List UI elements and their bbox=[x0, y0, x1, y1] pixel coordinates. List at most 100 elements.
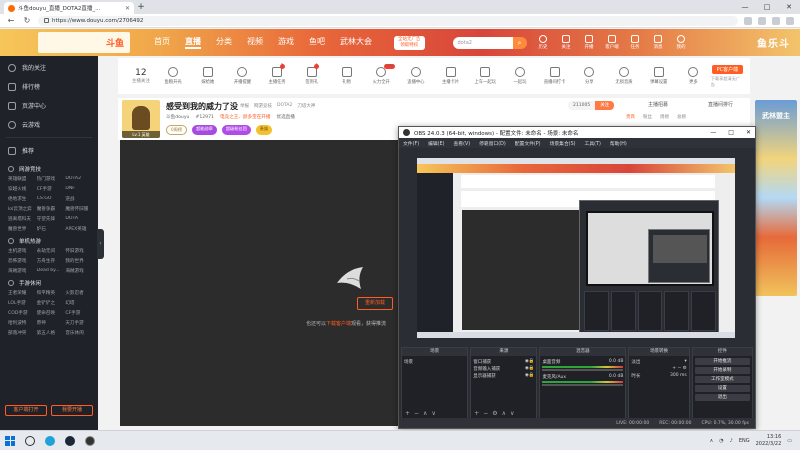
nav-video[interactable]: 视频 bbox=[247, 36, 263, 49]
tab-fans[interactable]: 粉丝 bbox=[643, 114, 652, 120]
start-streaming-button[interactable]: 开始推流 bbox=[694, 358, 751, 365]
toolbar-item[interactable]: 追播中心 bbox=[399, 67, 434, 85]
sidebar-game-link[interactable]: 和平精英 bbox=[37, 290, 66, 296]
toolbar-item[interactable]: 更多 bbox=[676, 67, 711, 85]
download-client-link[interactable]: 下载客户端 bbox=[326, 321, 351, 327]
search-button[interactable]: ⌕ bbox=[512, 36, 527, 49]
obs-menu-item[interactable]: 停靠窗口(D) bbox=[479, 140, 506, 147]
sidebar-game-link[interactable]: 原神 bbox=[37, 320, 66, 326]
toolbar-item[interactable]: 一起玩 bbox=[503, 67, 538, 85]
taskbar-edge[interactable] bbox=[40, 431, 60, 450]
notifications-icon[interactable]: ▭ bbox=[787, 438, 792, 444]
sources-dock-controls[interactable]: +−⚙∧∨ bbox=[474, 410, 518, 417]
nav-category[interactable]: 分类 bbox=[216, 36, 232, 49]
sidebar-game-link[interactable]: 海贼游戏 bbox=[8, 268, 37, 274]
new-tab-button[interactable]: + bbox=[134, 2, 148, 14]
sidebar-game-link[interactable]: 王者荣耀 bbox=[8, 290, 37, 296]
history-button[interactable]: 历史 bbox=[535, 35, 552, 50]
nav-game[interactable]: 游戏 bbox=[278, 36, 294, 49]
message-button[interactable]: 消息 bbox=[650, 35, 667, 50]
sidebar-game-link[interactable]: APEX英雄 bbox=[65, 226, 94, 232]
sidebar-game-link[interactable]: 绝地求生 bbox=[8, 196, 37, 202]
sidebar-item-recommend[interactable]: 推荐 bbox=[0, 141, 98, 160]
source-item[interactable]: 窗口捕获 ◉🔒 bbox=[473, 358, 534, 365]
reload-button[interactable]: 重新加载 bbox=[357, 297, 393, 310]
sidebar-game-link[interactable]: CF手游 bbox=[65, 310, 94, 316]
avatar[interactable]: Lv.1 英雄 bbox=[122, 100, 160, 138]
sidebar-game-link[interactable]: 哈利波特 bbox=[8, 320, 37, 326]
browser-tab[interactable]: 斗鱼douyu_直播_DOTA2直播_... ✕ bbox=[4, 2, 134, 14]
obs-menu-item[interactable]: 文件(F) bbox=[403, 140, 419, 147]
source-item[interactable]: 显示器捕获 ◉🔒 bbox=[473, 372, 534, 379]
room-notice[interactable]: 电竞之王、颜多宝在开播 bbox=[220, 114, 271, 120]
input-language[interactable]: ENG bbox=[739, 438, 750, 444]
sidebar-game-link[interactable]: 逃离塔科夫 bbox=[8, 216, 37, 222]
nav-live[interactable]: 直播 bbox=[185, 36, 201, 49]
obs-menu-item[interactable]: 查看(V) bbox=[453, 140, 470, 147]
sidebar-section-mobile[interactable]: 手游休闲 bbox=[0, 274, 98, 290]
sidebar-game-link[interactable]: LOL手游 bbox=[8, 300, 37, 306]
sidebar-game-link[interactable]: 热门游戏 bbox=[37, 176, 66, 182]
right-ad-banner[interactable]: 武林盟主 bbox=[755, 100, 797, 296]
sidebar-game-link[interactable]: DOTA bbox=[65, 216, 94, 222]
toolbar-item[interactable]: 开播提醒 bbox=[225, 67, 260, 85]
toolbar-item[interactable]: 分享 bbox=[572, 67, 607, 85]
sidebar-item-follow[interactable]: 我的关注 bbox=[0, 58, 98, 77]
sidebar-game-link[interactable]: 主机游戏 bbox=[8, 248, 37, 254]
sidebar-game-link[interactable]: 部落冲突 bbox=[8, 330, 37, 336]
back-icon[interactable]: ← bbox=[6, 16, 16, 25]
obs-minimize-button[interactable]: — bbox=[710, 129, 716, 136]
obs-menu-item[interactable]: 编辑(E) bbox=[428, 140, 444, 147]
follow-count[interactable]: 12 主播关注 bbox=[126, 68, 156, 84]
eye-lock-icon[interactable]: ◉🔒 bbox=[525, 359, 535, 364]
report-link[interactable]: 举报 bbox=[240, 103, 249, 109]
obs-menu-item[interactable]: 配置文件(P) bbox=[515, 140, 541, 147]
sidebar-game-link[interactable]: 穿越火线 bbox=[8, 186, 37, 192]
sidebar-item-rank[interactable]: 排行榜 bbox=[0, 77, 98, 96]
duration-field[interactable]: 时长 300 ms bbox=[631, 372, 686, 379]
extensions-icon[interactable] bbox=[772, 16, 780, 25]
sidebar-game-link[interactable]: 海贼游戏 bbox=[65, 268, 94, 274]
sidebar-game-link[interactable]: 逆战 bbox=[65, 196, 94, 202]
taskbar-obs[interactable] bbox=[80, 431, 100, 450]
start-recording-button[interactable]: 开始录制 bbox=[694, 367, 751, 374]
follow-anchor-button[interactable]: 211005 关注 bbox=[568, 101, 615, 110]
user-button[interactable]: 我的 bbox=[673, 35, 690, 50]
volume-icon[interactable]: ♪ bbox=[730, 438, 733, 444]
nav-home[interactable]: 首页 bbox=[154, 36, 170, 49]
client-button[interactable]: 客户端 bbox=[604, 35, 621, 50]
sidebar-game-link[interactable]: COD手游 bbox=[8, 310, 37, 316]
nav-fishbar[interactable]: 鱼吧 bbox=[309, 36, 325, 49]
url-input[interactable]: https://www.douyu.com/2706492 bbox=[38, 15, 738, 26]
category-link[interactable]: DOTA2 bbox=[277, 103, 292, 109]
settings-button[interactable]: 设置 bbox=[694, 385, 751, 392]
anchor-name[interactable]: 斗鱼douyu bbox=[166, 114, 189, 120]
sidebar-game-link[interactable]: 英雄联盟 bbox=[8, 176, 37, 182]
sidebar-game-link[interactable]: 守望先锋 bbox=[37, 216, 66, 222]
sidebar-game-link[interactable]: CS:GO bbox=[37, 196, 66, 202]
start-live-button[interactable]: 开播 bbox=[581, 35, 598, 50]
sidebar-game-link[interactable]: 火影忍者 bbox=[65, 290, 94, 296]
room-rank-link[interactable]: 直播间排行 bbox=[708, 101, 733, 108]
task-button[interactable]: 任务 bbox=[627, 35, 644, 50]
obs-menu-item[interactable]: 场景集合(S) bbox=[550, 140, 576, 147]
open-client-button[interactable]: 客户端打开 bbox=[5, 405, 47, 416]
sidebar-game-link[interactable]: Dead by... bbox=[37, 268, 66, 274]
toolbar-item[interactable]: 上车一起玩 bbox=[468, 67, 503, 85]
obs-titlebar[interactable]: OBS 24.0.3 (64-bit, windows) - 配置文件: 未命名… bbox=[399, 127, 755, 138]
status-badge[interactable]: 贵族 bbox=[255, 125, 273, 135]
status-badge[interactable]: 0周榜 bbox=[166, 125, 188, 135]
follow-button[interactable]: 关注 bbox=[558, 35, 575, 50]
site-logo[interactable]: 斗鱼 bbox=[38, 32, 130, 53]
transition-controls[interactable]: + − ⚙ bbox=[631, 365, 686, 372]
sidebar-section-single[interactable]: 单机热游 bbox=[0, 232, 98, 248]
status-badge[interactable]: 超能勋章 bbox=[192, 125, 217, 135]
taskbar-steam[interactable] bbox=[60, 431, 80, 450]
tab-week[interactable]: 周榜 bbox=[660, 114, 669, 120]
tab-total[interactable]: 总榜 bbox=[677, 114, 686, 120]
close-tab-icon[interactable]: ✕ bbox=[125, 5, 130, 12]
obs-preview[interactable] bbox=[417, 158, 735, 338]
toolbar-item[interactable]: 嫁给她 bbox=[190, 67, 225, 85]
minimize-button[interactable]: — bbox=[734, 0, 756, 14]
sidebar-game-link[interactable]: 音乐休闲 bbox=[65, 330, 94, 336]
